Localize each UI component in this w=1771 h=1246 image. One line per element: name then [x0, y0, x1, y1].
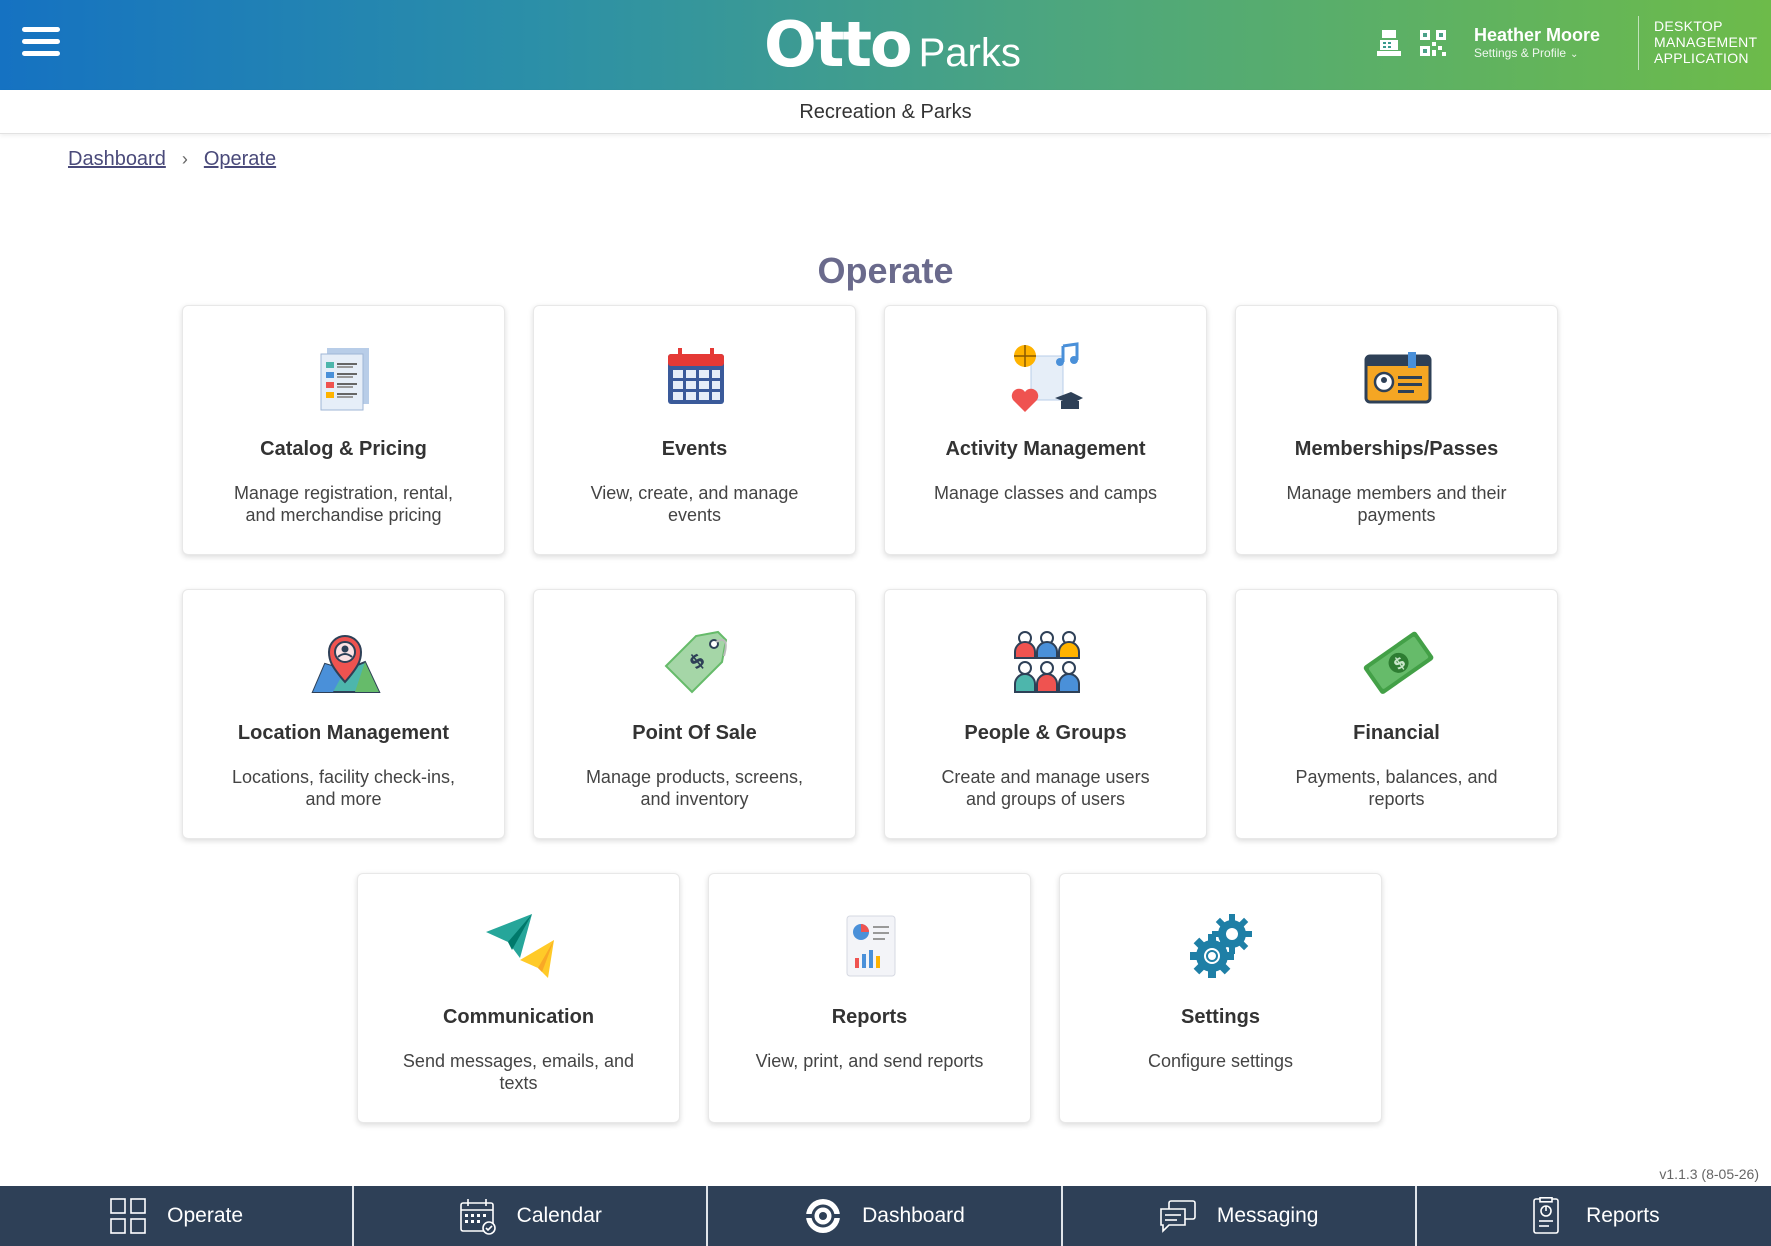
user-name: Heather Moore — [1474, 25, 1601, 45]
paper-plane-icon — [484, 910, 556, 982]
card-financial[interactable]: $ Financial Payments, balances, and repo… — [1235, 589, 1558, 839]
activity-icon — [1011, 342, 1083, 414]
card-title: Catalog & Pricing — [260, 438, 427, 460]
card-title: People & Groups — [964, 722, 1127, 744]
register-icon[interactable] — [1374, 28, 1404, 58]
card-description: Send messages, emails, and texts — [402, 1051, 635, 1093]
card-title: Communication — [442, 1006, 595, 1028]
report-icon — [835, 910, 907, 982]
tab-messaging[interactable]: Messaging — [1063, 1186, 1417, 1246]
dashboard-icon — [806, 1199, 841, 1233]
card-description: Manage products, screens, and inventory — [585, 767, 804, 809]
location-pin-icon — [309, 626, 381, 698]
card-description: Manage registration, rental, and merchan… — [233, 483, 454, 525]
logo-sub: Parks — [918, 31, 1021, 75]
card-title: Memberships/Passes — [1294, 438, 1499, 460]
card-people-groups[interactable]: People & Groups Create and manage users … — [884, 589, 1207, 839]
tab-dashboard[interactable]: Dashboard — [708, 1186, 1063, 1246]
card-title: Events — [661, 438, 728, 460]
logo: Otto Parks — [764, 8, 1021, 82]
report-icon — [1533, 1197, 1559, 1234]
tab-calendar[interactable]: Calendar — [354, 1186, 709, 1246]
card-settings[interactable]: Settings Configure settings — [1059, 873, 1382, 1123]
chevron-right-icon: › — [181, 149, 188, 169]
card-description: Manage classes and camps — [933, 483, 1158, 503]
tab-operate[interactable]: Operate — [0, 1186, 355, 1246]
catalog-icon — [309, 342, 381, 414]
card-catalog-pricing[interactable]: Catalog & Pricing Manage registration, r… — [182, 305, 505, 555]
membership-card-icon — [1362, 342, 1434, 414]
card-description: Configure settings — [1147, 1051, 1294, 1071]
money-icon: $ — [1362, 626, 1434, 698]
tab-label: Dashboard — [862, 1204, 965, 1227]
header-divider — [1638, 16, 1639, 70]
card-location-management[interactable]: Location Management Locations, facility … — [182, 589, 505, 839]
calendar-icon — [459, 1199, 496, 1235]
qr-code-icon[interactable] — [1418, 28, 1448, 58]
user-settings-link[interactable]: Settings & Profile ⌄ — [1474, 46, 1600, 62]
card-title: Location Management — [237, 722, 450, 744]
user-profile-menu[interactable]: Heather Moore Settings & Profile ⌄ — [1474, 24, 1600, 62]
card-point-of-sale[interactable]: $ Point Of Sale Manage products, screens… — [533, 589, 856, 839]
user-settings-label: Settings & Profile — [1474, 46, 1567, 60]
app-name-line: DESKTOP — [1654, 18, 1723, 34]
card-title: Settings — [1181, 1006, 1260, 1028]
menu-icon[interactable] — [22, 27, 60, 59]
card-events[interactable]: Events View, create, and manage events — [533, 305, 856, 555]
breadcrumb: Dashboard › Operate — [68, 148, 276, 171]
page-title: Operate — [817, 250, 954, 291]
bottom-nav: Operate Calendar Dashboard Messaging Rep… — [0, 1186, 1771, 1246]
chevron-down-icon: ⌄ — [1570, 49, 1579, 60]
version-label: v1.1.3 (8-05-26) — [1659, 1166, 1759, 1182]
card-title: Activity Management — [945, 438, 1146, 460]
breadcrumb-operate[interactable]: Operate — [204, 148, 276, 171]
card-communication[interactable]: Communication Send messages, emails, and… — [357, 873, 680, 1123]
card-description: Locations, facility check-ins, and more — [231, 767, 456, 809]
card-description: Payments, balances, and reports — [1295, 767, 1498, 809]
card-activity-management[interactable]: Activity Management Manage classes and c… — [884, 305, 1207, 555]
card-title: Point Of Sale — [632, 722, 757, 744]
card-description: View, print, and send reports — [755, 1051, 984, 1071]
tab-label: Operate — [167, 1204, 244, 1227]
grid-icon — [110, 1198, 146, 1234]
organization-title: Recreation & Parks — [0, 90, 1771, 134]
card-reports[interactable]: Reports View, print, and send reports — [708, 873, 1031, 1123]
top-header: Otto Parks Heather Moore Settings & Prof… — [0, 0, 1771, 90]
tab-label: Messaging — [1216, 1204, 1319, 1227]
price-tag-icon: $ — [660, 626, 732, 698]
card-title: Financial — [1353, 722, 1440, 744]
app-name-line: APPLICATION — [1654, 50, 1749, 66]
logo-main: Otto — [764, 8, 913, 81]
people-icon — [1011, 626, 1083, 698]
card-description: Create and manage users and groups of us… — [941, 767, 1150, 809]
app-name: DESKTOP MANAGEMENT APPLICATION — [1654, 18, 1757, 66]
tab-label: Reports — [1586, 1204, 1660, 1227]
card-description: View, create, and manage events — [590, 483, 799, 525]
tab-reports[interactable]: Reports — [1417, 1186, 1771, 1246]
app-name-line: MANAGEMENT — [1654, 34, 1758, 50]
gear-icon — [1186, 910, 1258, 982]
breadcrumb-dashboard[interactable]: Dashboard — [68, 148, 166, 171]
card-description: Manage members and their payments — [1286, 483, 1507, 525]
card-memberships-passes[interactable]: Memberships/Passes Manage members and th… — [1235, 305, 1558, 555]
messaging-icon — [1160, 1200, 1196, 1233]
card-title: Reports — [831, 1006, 908, 1028]
calendar-icon — [660, 342, 732, 414]
tab-label: Calendar — [516, 1204, 602, 1227]
